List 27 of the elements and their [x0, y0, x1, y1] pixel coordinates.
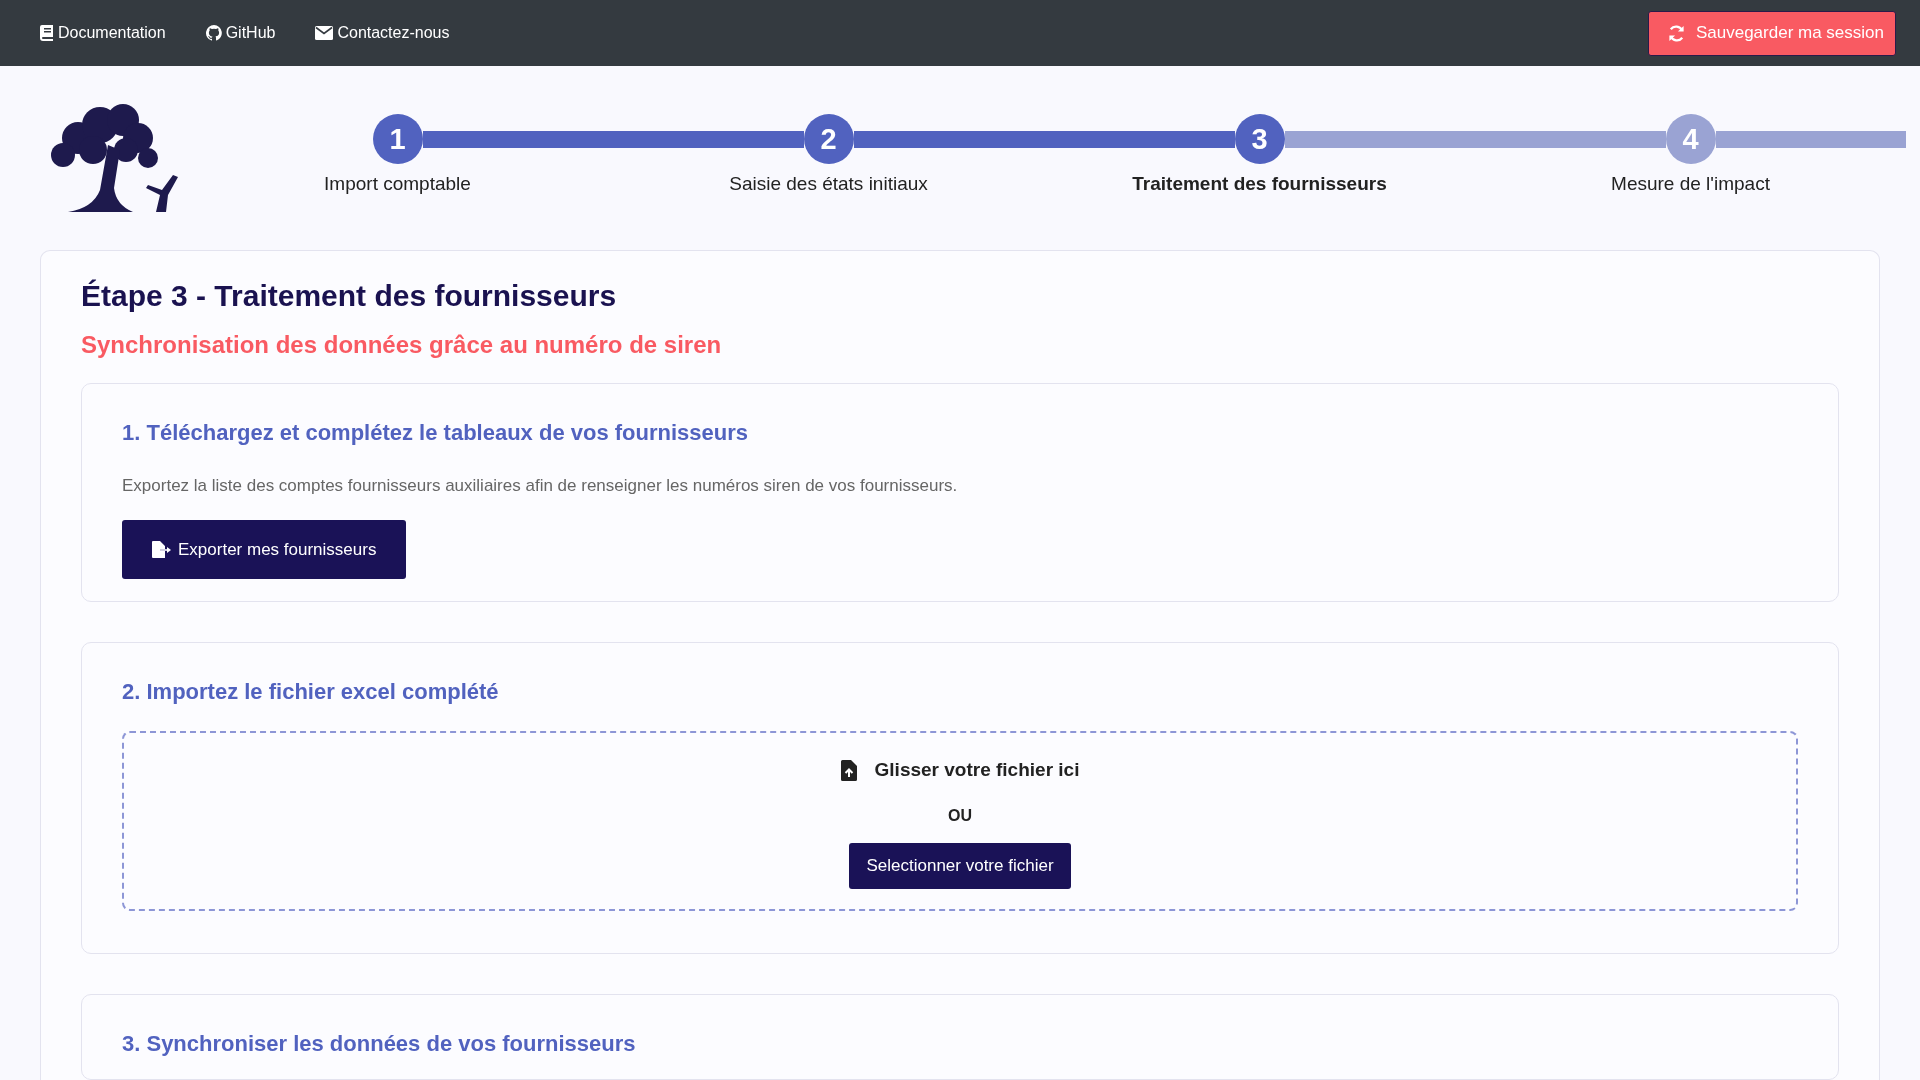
book-icon [40, 25, 54, 41]
drop-instruction: Glisser votre fichier ici [874, 759, 1080, 781]
refresh-icon [1666, 23, 1686, 43]
nav-link[interactable]: GitHub [205, 24, 276, 42]
file-drop-zone[interactable]: Glisser votre fichier ici OU Selectionner votre fichier [122, 731, 1798, 911]
github-icon [205, 25, 222, 41]
page-subtitle: Synchronisation des données grâce au numéro de siren [81, 331, 723, 359]
section-title: 1. Téléchargez et complétez le tableaux de vos fournisseurs [122, 420, 749, 446]
nav-link[interactable]: Contactez-nous [315, 24, 450, 42]
step-number-circle[interactable]: 3 [1234, 114, 1285, 164]
step-label[interactable]: Traitement des fournisseurs [1132, 173, 1387, 195]
section-description: Exportez la liste des comptes fournisseurs auxiliaires afin de renseigner les numéros siren de vos fournisseurs. [122, 476, 959, 496]
separator-text: OU [948, 807, 972, 825]
envelope-icon [315, 26, 334, 40]
step-number-circle[interactable]: 2 [803, 114, 854, 164]
file-export-icon [152, 540, 172, 559]
step-label[interactable]: Import comptable [324, 173, 471, 195]
select-file-button[interactable]: Selectionner votre fichier [849, 843, 1071, 889]
section-title: 2. Importez le fichier excel complété [122, 679, 500, 705]
export-button[interactable]: Exporter mes fournisseurs [122, 520, 407, 579]
step-label[interactable]: Saisie des états initiaux [729, 173, 928, 195]
file-upload-icon [840, 759, 857, 781]
section-title: 3. Synchroniser les données de vos fournisseurs [122, 1031, 637, 1057]
nav-link[interactable]: Documentation [40, 24, 166, 42]
step-number-circle[interactable]: 1 [372, 114, 423, 164]
page-title: Étape 3 - Traitement des fournisseurs [81, 279, 618, 313]
step-label[interactable]: Mesure de l'impact [1611, 173, 1770, 195]
